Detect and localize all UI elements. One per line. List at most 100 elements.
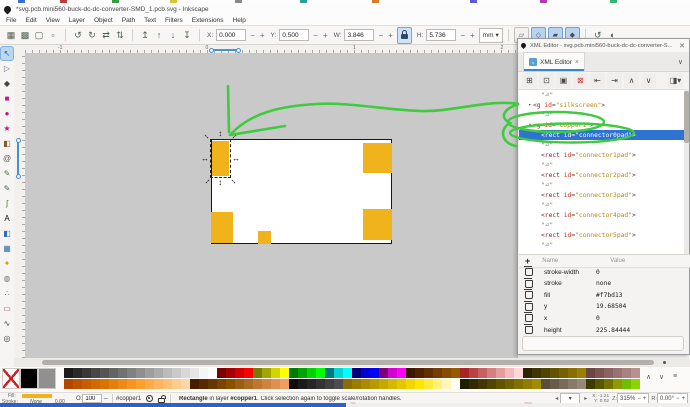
- palette-swatch[interactable]: [127, 368, 136, 378]
- palette-swatch[interactable]: [181, 368, 190, 378]
- delete-attribute-icon[interactable]: [525, 280, 533, 288]
- attribute-value-editor[interactable]: [522, 336, 684, 351]
- palette-swatch[interactable]: [199, 368, 208, 378]
- palette-swatch[interactable]: [442, 379, 451, 389]
- palette-swatch[interactable]: [280, 368, 289, 378]
- palette-swatch[interactable]: [523, 379, 532, 389]
- palette-swatch[interactable]: [307, 379, 316, 389]
- xml-tree-node-connector1pad[interactable]: <rect id="connector1pad">: [519, 150, 684, 160]
- palette-swatch[interactable]: [325, 379, 334, 389]
- xml-tree-node-connector3pad[interactable]: <rect id="connector3pad">: [519, 190, 684, 200]
- palette-swatch[interactable]: [406, 368, 415, 378]
- attribute-row-x[interactable]: x0: [519, 312, 690, 324]
- xml-editor-titlebar[interactable]: XML Editor - svg.pcb.mini560-buck-dc-dc-…: [518, 39, 689, 53]
- layer-lock-icon[interactable]: [158, 398, 165, 403]
- calligraphy-tool[interactable]: ʃ: [1, 197, 13, 210]
- palette-swatch[interactable]: [496, 368, 505, 378]
- palette-swatch[interactable]: [253, 368, 262, 378]
- palette-swatch[interactable]: [532, 368, 541, 378]
- palette-swatch[interactable]: [487, 379, 496, 389]
- palette-swatch[interactable]: [424, 379, 433, 389]
- height-decrement-button[interactable]: −: [459, 31, 466, 40]
- palette-swatch[interactable]: [190, 379, 199, 389]
- scrollbar-thumb[interactable]: [42, 360, 654, 365]
- palette-swatch[interactable]: [145, 379, 154, 389]
- palette-swatch[interactable]: [298, 379, 307, 389]
- menu-object[interactable]: Object: [94, 17, 113, 24]
- y-increment-button[interactable]: +: [322, 31, 329, 40]
- palette-swatch[interactable]: [460, 368, 469, 378]
- add-attribute-button[interactable]: +: [525, 256, 530, 266]
- palette-swatch[interactable]: [2, 368, 20, 389]
- palette-swatch[interactable]: [154, 379, 163, 389]
- palette-swatch[interactable]: [478, 368, 487, 378]
- palette-swatch[interactable]: [118, 379, 127, 389]
- palette-swatch[interactable]: [316, 368, 325, 378]
- layer-visibility-icon[interactable]: [146, 395, 153, 402]
- palette-swatch[interactable]: [352, 379, 361, 389]
- palette-swatch[interactable]: [38, 368, 56, 389]
- menu-extensions[interactable]: Extensions: [192, 17, 224, 24]
- delete-node-icon[interactable]: ⊠: [573, 73, 588, 88]
- rotation-decrement-button[interactable]: −: [676, 396, 680, 402]
- palette-swatch[interactable]: [289, 379, 298, 389]
- palette-swatch[interactable]: [226, 368, 235, 378]
- palette-swatch[interactable]: [559, 368, 568, 378]
- palette-swatch[interactable]: [514, 379, 523, 389]
- palette-swatch[interactable]: [280, 379, 289, 389]
- menu-filters[interactable]: Filters: [165, 17, 183, 24]
- xml-tree-node-silkscreen[interactable]: ▸<g id="silkscreen">: [519, 100, 684, 110]
- palette-swatch[interactable]: [586, 368, 595, 378]
- palette-swatch[interactable]: [226, 379, 235, 389]
- ellipse-tool[interactable]: ●: [1, 107, 13, 120]
- connector-tool[interactable]: ∿: [1, 317, 13, 330]
- xml-tree-text-node[interactable]: "⊿": [519, 110, 684, 120]
- scale-handle-icon[interactable]: ↔: [217, 179, 225, 187]
- horizontal-scrollbar[interactable]: [14, 358, 690, 367]
- delete-attribute-icon[interactable]: [525, 268, 533, 276]
- flip-horizontal-icon[interactable]: ⇄: [99, 28, 113, 42]
- x-increment-button[interactable]: +: [259, 31, 266, 40]
- menu-file[interactable]: File: [6, 17, 16, 24]
- xml-tree-node-connector2pad[interactable]: <rect id="connector2pad">: [519, 170, 684, 180]
- attribute-row-stroke[interactable]: strokenone: [519, 278, 690, 290]
- rectangle-tool[interactable]: ■: [1, 92, 13, 105]
- attribute-row-height[interactable]: height225.84444: [519, 324, 690, 336]
- palette-swatch[interactable]: [406, 379, 415, 389]
- xml-tree-text-node[interactable]: "⊿ ": [519, 240, 684, 250]
- palette-swatch[interactable]: [64, 368, 73, 378]
- palette-swatch[interactable]: [325, 368, 334, 378]
- menu-view[interactable]: View: [46, 17, 60, 24]
- tab-xml-editor[interactable]: x XML Editor ×: [523, 52, 585, 71]
- palette-swatch[interactable]: [181, 379, 190, 389]
- xml-tree-node-connector5pad[interactable]: <rect id="connector5pad">: [519, 230, 684, 240]
- palette-swatch[interactable]: [442, 368, 451, 378]
- node-tool[interactable]: ▷: [1, 62, 13, 75]
- opacity-input[interactable]: [82, 394, 102, 403]
- palette-swatch[interactable]: [244, 379, 253, 389]
- menu-edit[interactable]: Edit: [25, 17, 36, 24]
- attribute-row-y[interactable]: y19.68504: [519, 301, 690, 313]
- tab-close-icon[interactable]: ×: [575, 59, 579, 66]
- x-input[interactable]: [216, 29, 246, 41]
- palette-swatch[interactable]: [370, 379, 379, 389]
- palette-swatch[interactable]: [397, 379, 406, 389]
- palette-swatch[interactable]: [136, 368, 145, 378]
- palette-swatch[interactable]: [172, 368, 181, 378]
- palette-swatch[interactable]: [370, 368, 379, 378]
- palette-swatch[interactable]: [343, 379, 352, 389]
- duplicate-node-icon[interactable]: ▣: [556, 73, 571, 88]
- scale-handle-icon[interactable]: ↔: [201, 155, 209, 163]
- zoom-in-button[interactable]: +: [643, 396, 647, 402]
- width-decrement-button[interactable]: −: [377, 31, 384, 40]
- palette-swatch[interactable]: [154, 368, 163, 378]
- palette-swatch[interactable]: [109, 368, 118, 378]
- palette-swatch[interactable]: [262, 379, 271, 389]
- zoom-out-button[interactable]: −: [637, 396, 641, 402]
- xml-tree-text-node[interactable]: "⊿ ": [519, 140, 684, 150]
- move-node-down-icon[interactable]: ∨: [641, 73, 656, 88]
- attribute-value[interactable]: 225.84444: [596, 327, 630, 334]
- delete-attribute-icon[interactable]: [525, 326, 533, 334]
- lower-to-bottom-icon[interactable]: ↧: [180, 28, 194, 42]
- xml-tree-scrollbar[interactable]: [684, 89, 689, 254]
